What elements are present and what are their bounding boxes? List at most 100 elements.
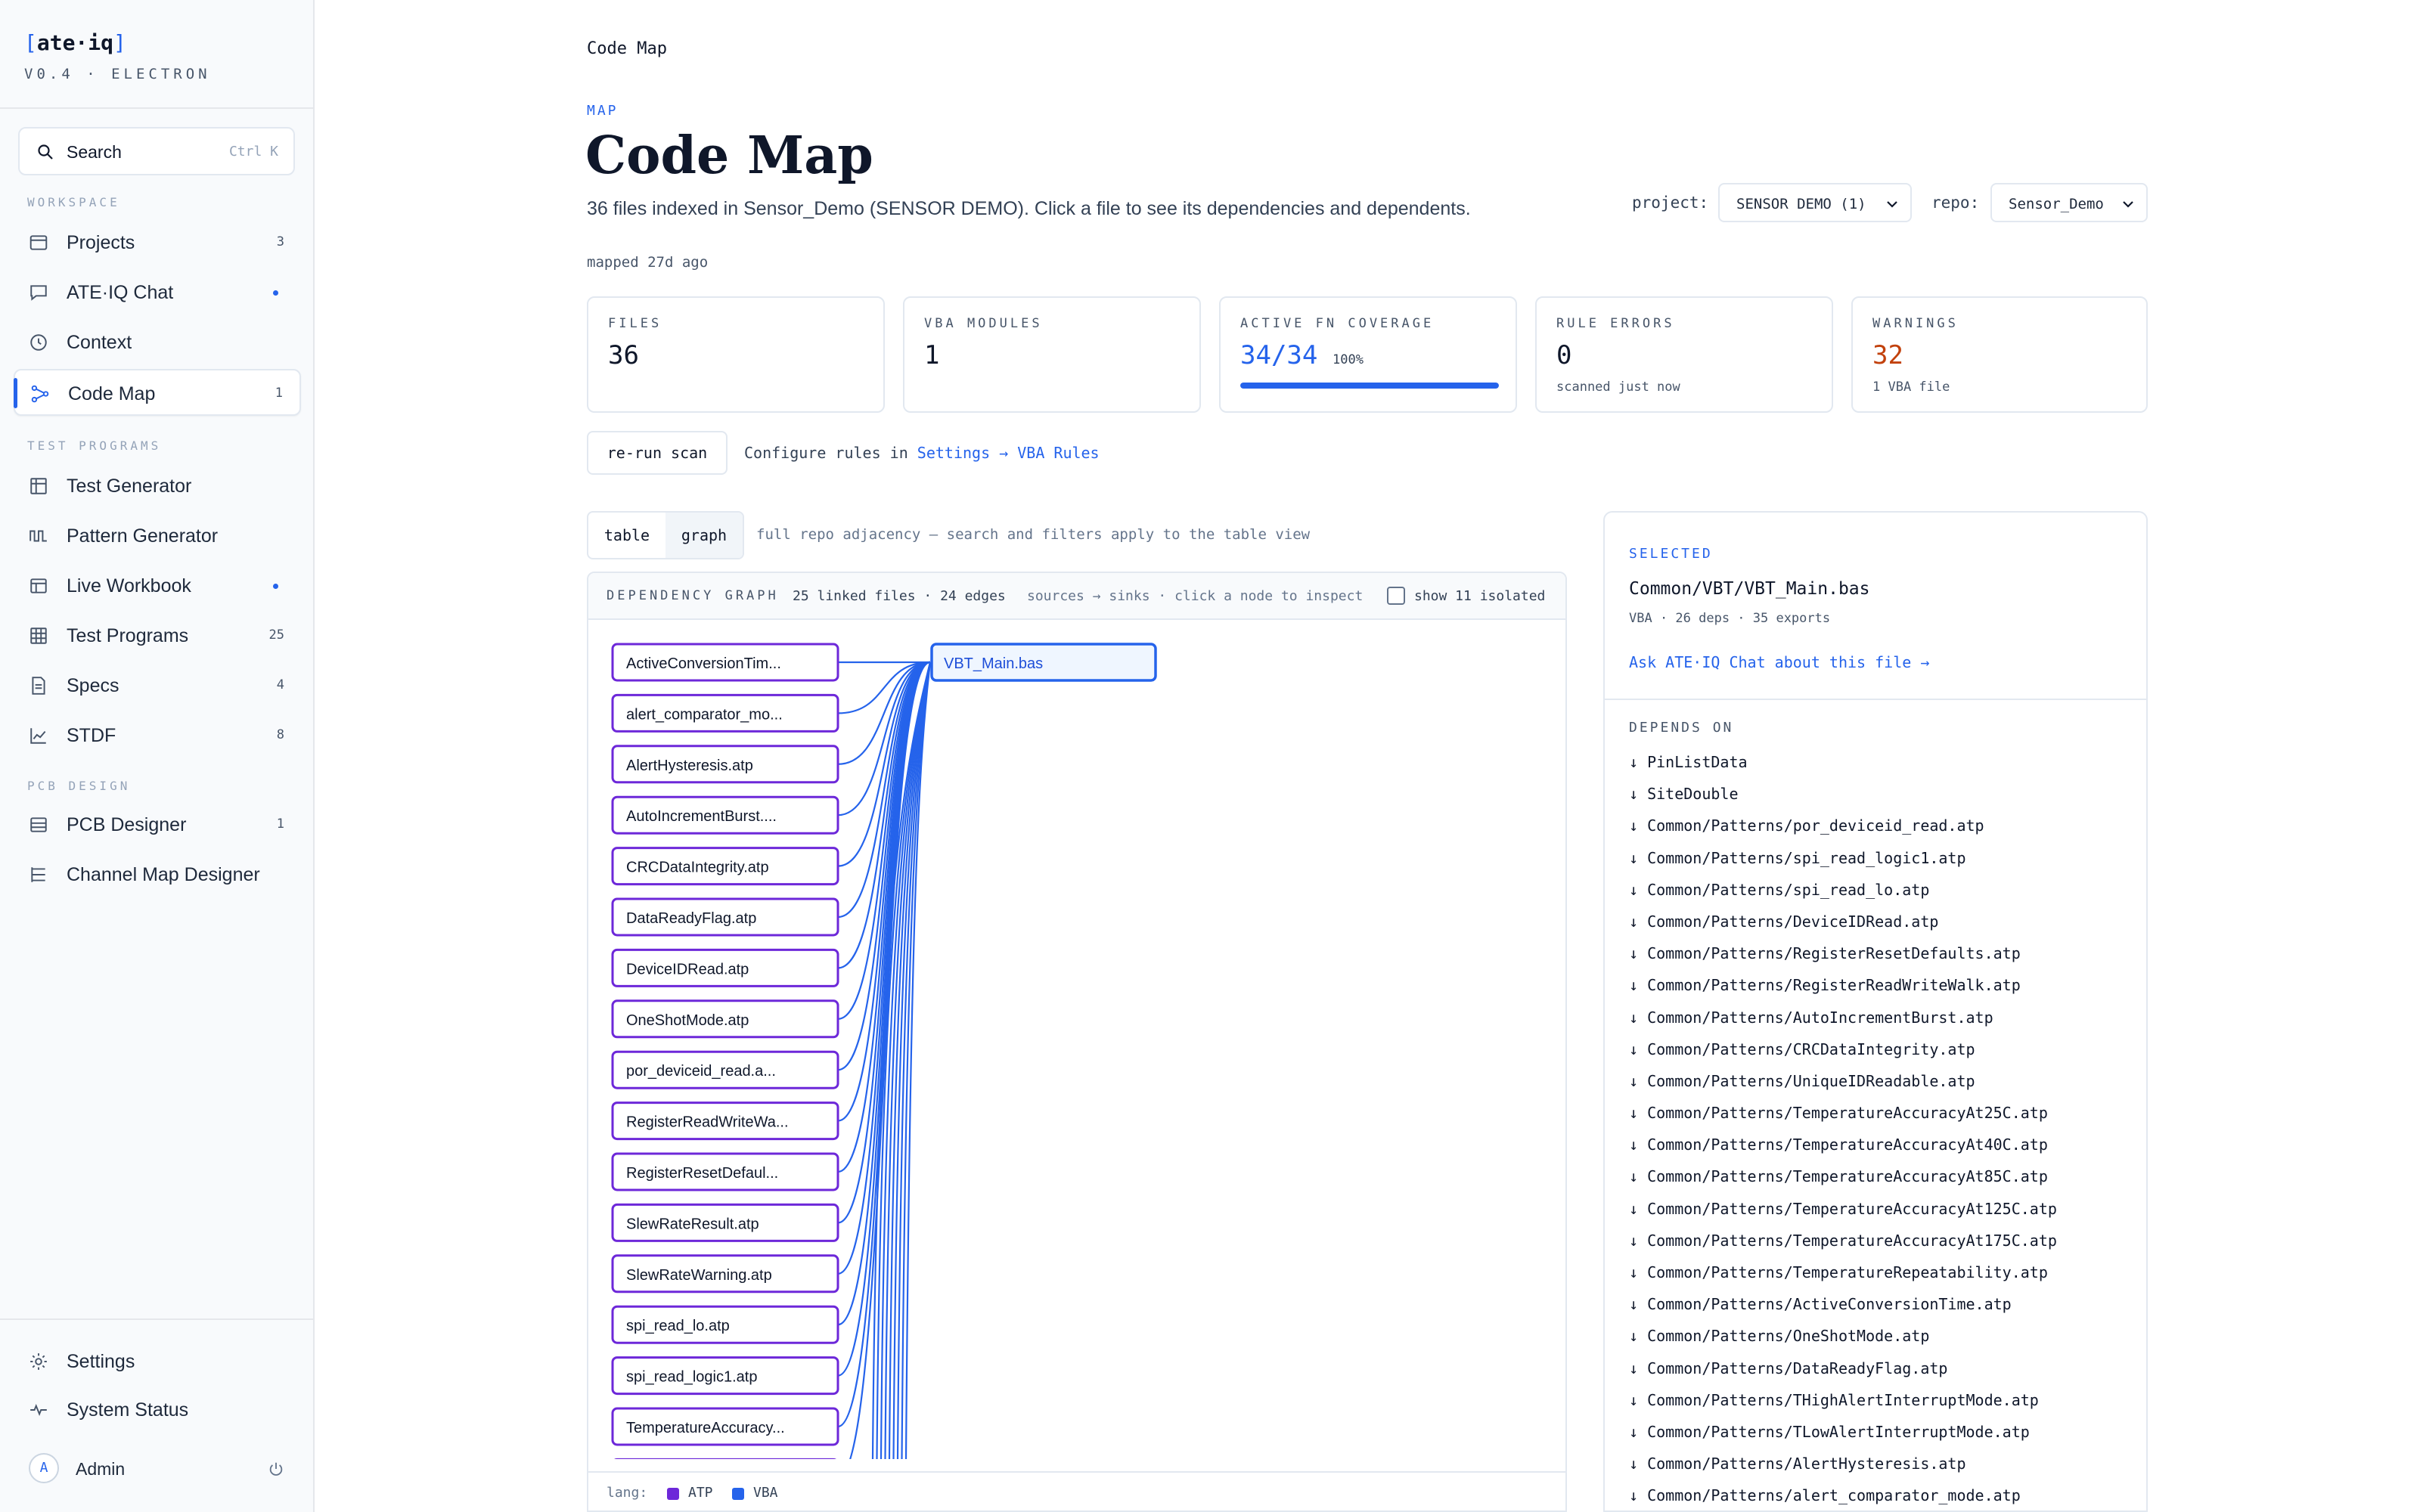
sidebar-item-code-map[interactable]: Code Map 1 — [14, 369, 301, 416]
graph-node-label: por_deviceid_read.a... — [626, 1063, 776, 1080]
tab-table[interactable]: table — [588, 513, 666, 558]
graph-node-label: alert_comparator_mo... — [626, 706, 783, 723]
dependency-item[interactable]: ↓ Common/Patterns/DeviceIDRead.atp — [1629, 912, 2057, 944]
dependency-graph-panel: DEPENDENCY GRAPH 25 linked files · 24 ed… — [587, 572, 1567, 1512]
selected-path: Common/VBT/VBT_Main.bas — [1629, 579, 1870, 599]
show-isolated-label[interactable]: show 11 isolated — [1414, 588, 1545, 604]
dependency-item[interactable]: ↓ Common/Patterns/por_deviceid_read.atp — [1629, 816, 2057, 848]
section-test-programs: TEST PROGRAMS — [27, 438, 162, 453]
dependency-item[interactable]: ↓ Common/Patterns/spi_read_logic1.atp — [1629, 849, 2057, 881]
sidebar-item-specs[interactable]: Specs 4 — [14, 662, 301, 709]
sidebar-item-pattern-generator[interactable]: Pattern Generator — [14, 513, 301, 559]
view-hint: full repo adjacency — search and filters… — [756, 526, 1311, 543]
dependency-item[interactable]: ↓ Common/Patterns/TemperatureAccuracyAt8… — [1629, 1167, 2057, 1199]
graph-stats: 25 linked files · 24 edges — [793, 588, 1006, 604]
sidebar-item-system-status[interactable]: System Status — [14, 1387, 301, 1433]
dependency-item[interactable]: ↓ SiteDouble — [1629, 785, 2057, 816]
sidebar-item-test-generator[interactable]: Test Generator — [14, 463, 301, 510]
repo-select[interactable]: Sensor_Demo — [1990, 183, 2148, 222]
avatar[interactable]: A — [29, 1453, 59, 1483]
legend-swatch-vba — [732, 1488, 744, 1500]
sidebar-item-test-programs[interactable]: Test Programs 25 — [14, 612, 301, 659]
dependency-item[interactable]: ↓ Common/Patterns/alert_comparator_mode.… — [1629, 1486, 2057, 1510]
sidebar-item-badge: 1 — [276, 816, 284, 832]
graph-node-atp[interactable]: ActiveConversionTim... — [611, 643, 839, 682]
graph-node-atp[interactable]: por_deviceid_read.a... — [611, 1050, 839, 1089]
channels-icon — [31, 867, 45, 882]
dependency-item[interactable]: ↓ Common/Patterns/TemperatureAccuracyAt1… — [1629, 1232, 2057, 1263]
graph-edges — [837, 661, 932, 1459]
sidebar-item-stdf[interactable]: STDF 8 — [14, 712, 301, 759]
tab-graph[interactable]: graph — [666, 513, 743, 558]
graph-node-atp[interactable]: RegisterResetDefaul... — [611, 1152, 839, 1191]
graph-node-atp[interactable]: DeviceIDRead.atp — [611, 948, 839, 987]
dependency-item[interactable]: ↓ Common/Patterns/TLowAlertInterruptMode… — [1629, 1423, 2057, 1455]
graph-node-atp[interactable]: AutoIncrementBurst.... — [611, 795, 839, 835]
depends-on-list: ↓ PinListData ↓ SiteDouble ↓ Common/Patter… — [1629, 753, 2057, 1510]
graph-node-label: CRCDataIntegrity.atp — [626, 860, 769, 876]
graph-node-vba-selected[interactable]: VBT_Main.bas — [930, 643, 1157, 682]
rerun-scan-button[interactable]: re-run scan — [587, 431, 728, 475]
graph-node-atp[interactable]: SlewRateWarning.atp — [611, 1254, 839, 1294]
dependency-item[interactable]: ↓ Common/Patterns/THighAlertInterruptMod… — [1629, 1391, 2057, 1423]
workbook-icon — [30, 578, 47, 593]
sidebar-item-channel-map-designer[interactable]: Channel Map Designer — [14, 851, 301, 898]
grid-icon — [30, 627, 47, 644]
graph-node-atp[interactable]: SlewRateResult.atp — [611, 1203, 839, 1242]
page-subtitle: 36 files indexed in Sensor_Demo (SENSOR … — [587, 198, 1471, 219]
sidebar-item-context[interactable]: Context — [14, 319, 301, 366]
stat-label: RULE ERRORS — [1556, 316, 1675, 331]
graph-canvas[interactable]: ActiveConversionTim... alert_comparator_m… — [588, 620, 1565, 1459]
dependency-item[interactable]: ↓ Common/Patterns/TemperatureAccuracyAt1… — [1629, 1200, 2057, 1232]
dependency-item[interactable]: ↓ Common/Patterns/AlertHysteresis.atp — [1629, 1455, 2057, 1486]
ask-chat-link[interactable]: Ask ATE·IQ Chat about this file → — [1629, 653, 1929, 671]
dependency-item[interactable]: ↓ Common/Patterns/TemperatureAccuracyAt2… — [1629, 1104, 2057, 1136]
dependency-item[interactable]: ↓ Common/Patterns/CRCDataIntegrity.atp — [1629, 1040, 2057, 1072]
power-icon[interactable] — [268, 1461, 284, 1477]
sidebar-item-label: Test Programs — [67, 625, 189, 646]
stat-label: WARNINGS — [1872, 316, 1959, 331]
dependency-item[interactable]: ↓ Common/Patterns/spi_read_lo.atp — [1629, 881, 2057, 912]
dependency-item[interactable]: ↓ Common/Patterns/OneShotMode.atp — [1629, 1327, 2057, 1359]
show-isolated-checkbox[interactable] — [1387, 587, 1405, 605]
dependency-item[interactable]: ↓ Common/Patterns/RegisterResetDefaults.… — [1629, 944, 2057, 976]
dependency-item[interactable]: ↓ PinListData — [1629, 753, 2057, 785]
gear-icon — [30, 1353, 47, 1370]
sidebar-item-settings[interactable]: Settings — [14, 1338, 301, 1385]
dependency-item[interactable]: ↓ Common/Patterns/TemperatureRepeatabili… — [1629, 1263, 2057, 1295]
graph-node-label: OneShotMode.atp — [626, 1012, 749, 1029]
dependency-item[interactable]: ↓ Common/Patterns/AutoIncrementBurst.atp — [1629, 1009, 2057, 1040]
clock-icon — [30, 334, 47, 351]
search-button[interactable]: Search Ctrl K — [18, 127, 295, 175]
graph-node-label: TemperatureAccuracy... — [626, 1420, 785, 1436]
dependency-item[interactable]: ↓ Common/Patterns/DataReadyFlag.atp — [1629, 1359, 2057, 1391]
sidebar-item-chat[interactable]: ATE·IQ Chat — [14, 269, 301, 316]
graph-node-atp[interactable]: RegisterReadWriteWa... — [611, 1101, 839, 1141]
graph-node-atp[interactable]: OneShotMode.atp — [611, 999, 839, 1039]
dependency-item[interactable]: ↓ Common/Patterns/UniqueIDReadable.atp — [1629, 1072, 2057, 1104]
app-version: V0.4 · ELECTRON — [24, 66, 211, 82]
sidebar-item-projects[interactable]: Projects 3 — [14, 219, 301, 266]
graph-node-atp[interactable]: DataReadyFlag.atp — [611, 897, 839, 937]
graph-hint: sources → sinks · click a node to inspec… — [1027, 588, 1364, 604]
graph-node-atp[interactable]: spi_read_lo.atp — [611, 1305, 839, 1344]
sidebar-item-label: Channel Map Designer — [67, 864, 260, 885]
vba-rules-link[interactable]: Settings → VBA Rules — [917, 444, 1100, 462]
graph-node-atp[interactable]: CRCDataIntegrity.atp — [611, 847, 839, 886]
stat-card-vba-modules: VBA MODULES 1 — [903, 296, 1201, 413]
graph-node-atp[interactable]: alert_comparator_mo... — [611, 693, 839, 733]
folder-icon — [29, 235, 48, 250]
sidebar-item-live-workbook[interactable]: Live Workbook — [14, 562, 301, 609]
app-logo[interactable]: [ate·iq] — [24, 30, 289, 55]
sidebar-item-pcb-designer[interactable]: PCB Designer 1 — [14, 801, 301, 848]
graph-node-atp[interactable]: AlertHysteresis.atp — [611, 745, 839, 784]
project-select[interactable]: SENSOR DEMO (1) — [1718, 183, 1912, 222]
dependency-item[interactable]: ↓ Common/Patterns/RegisterReadWriteWalk.… — [1629, 976, 2057, 1008]
graph-node-atp[interactable]: TemperatureAccuracy... — [611, 1407, 839, 1446]
graph-node-atp[interactable]: spi_read_logic1.atp — [611, 1356, 839, 1396]
document-icon — [32, 677, 45, 695]
dependency-item[interactable]: ↓ Common/Patterns/TemperatureAccuracyAt4… — [1629, 1136, 2057, 1167]
stat-card-rule-errors: RULE ERRORS 0 scanned just now — [1535, 296, 1833, 413]
sidebar-bottom — [0, 1318, 313, 1320]
dependency-item[interactable]: ↓ Common/Patterns/ActiveConversionTime.a… — [1629, 1295, 2057, 1327]
